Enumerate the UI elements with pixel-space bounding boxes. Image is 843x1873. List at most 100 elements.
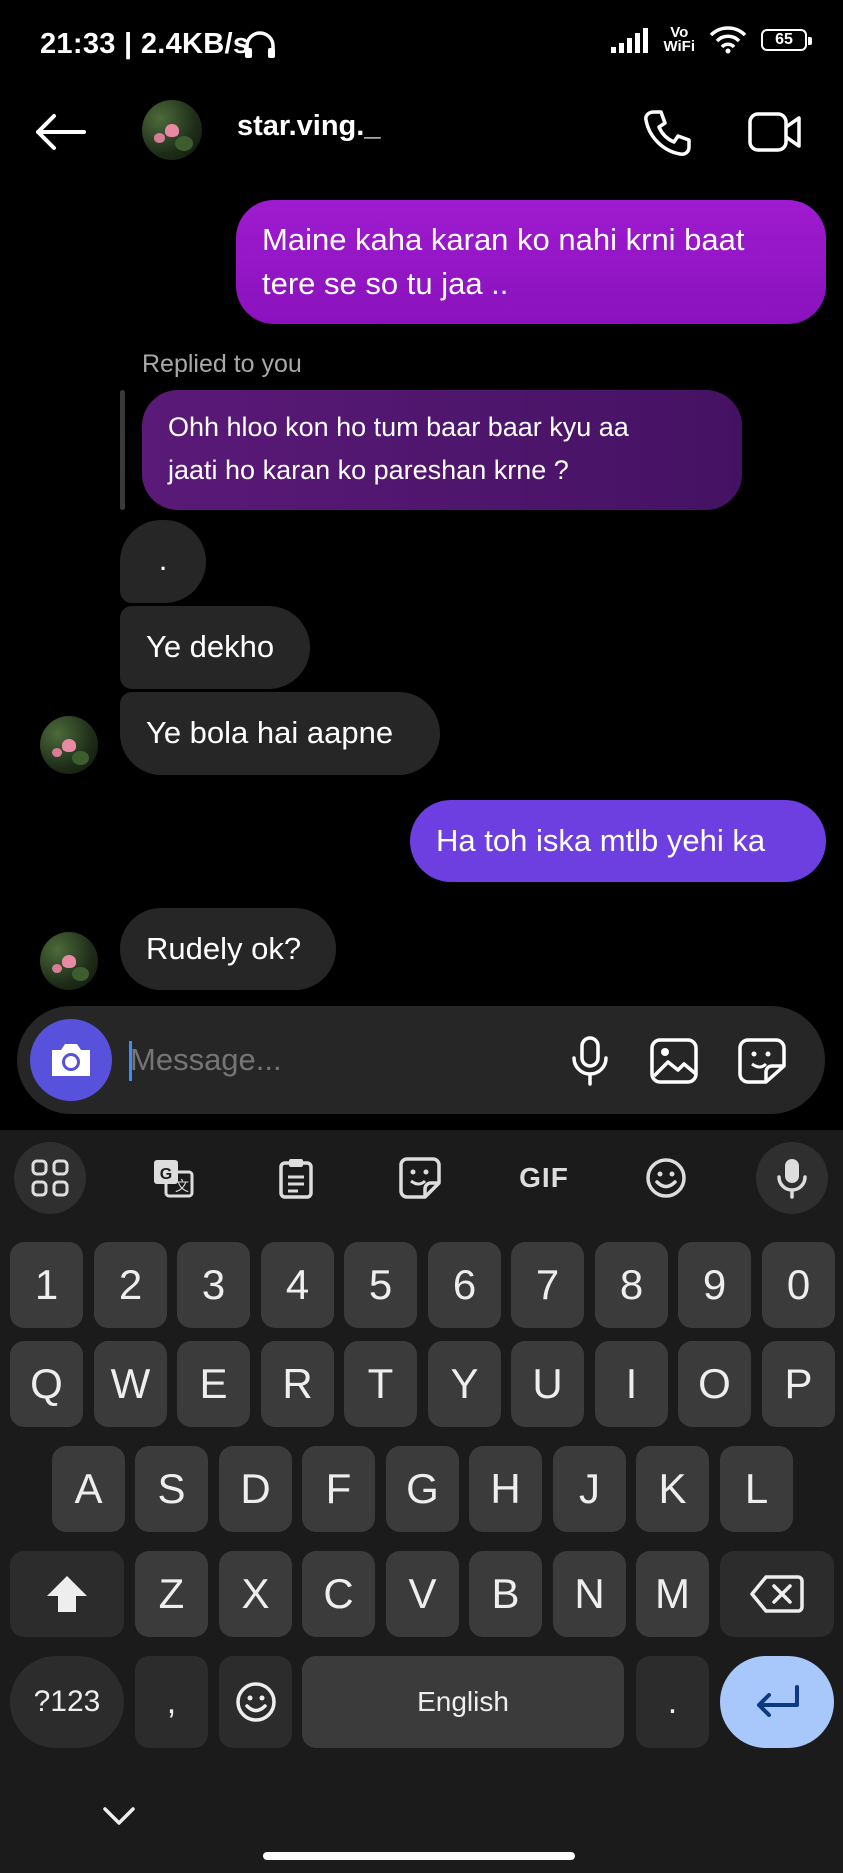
keyboard-menu-button[interactable]: [14, 1142, 86, 1214]
key[interactable]: 2: [94, 1242, 167, 1328]
key[interactable]: K: [636, 1446, 709, 1532]
message-text: .: [158, 542, 168, 577]
emoji-key[interactable]: [219, 1656, 292, 1748]
key[interactable]: 4: [261, 1242, 334, 1328]
message-text: Rudely ok?: [146, 931, 302, 966]
translate-button[interactable]: G 文: [148, 1156, 198, 1200]
emoji-toolbar-button[interactable]: [644, 1156, 688, 1200]
hide-keyboard-chevron-icon[interactable]: [102, 1806, 136, 1828]
key[interactable]: G: [386, 1446, 459, 1532]
key[interactable]: H: [469, 1446, 542, 1532]
key[interactable]: Y: [428, 1341, 501, 1427]
quoted-message[interactable]: Ohh hloo kon ho tum baar baar kyu aa jaa…: [142, 390, 742, 510]
status-bar-time: 21:33 | 2.4KB/s: [40, 28, 249, 61]
quote-line: jaati ho karan ko pareshan krne ?: [168, 455, 569, 485]
phone-call-icon[interactable]: [642, 108, 692, 158]
key[interactable]: Q: [10, 1341, 83, 1427]
emoji-icon: [646, 1158, 686, 1198]
key[interactable]: 8: [595, 1242, 668, 1328]
headphones-icon: [245, 31, 275, 58]
key[interactable]: 5: [344, 1242, 417, 1328]
battery-icon: 65: [761, 29, 812, 51]
key[interactable]: 0: [762, 1242, 835, 1328]
key[interactable]: I: [595, 1341, 668, 1427]
space-key[interactable]: English: [302, 1656, 624, 1748]
outgoing-message[interactable]: Maine kaha karan ko nahi krni baat tere …: [236, 200, 826, 324]
key[interactable]: M: [636, 1551, 709, 1637]
backspace-icon: [750, 1575, 804, 1613]
enter-arrow-icon: [757, 1685, 799, 1717]
key[interactable]: S: [135, 1446, 208, 1532]
key[interactable]: 1: [10, 1242, 83, 1328]
network-speed: 2.4KB/s: [140, 28, 250, 60]
camera-button[interactable]: [30, 1019, 112, 1101]
key[interactable]: B: [469, 1551, 542, 1637]
sticker-icon[interactable]: [738, 1038, 786, 1084]
clipboard-button[interactable]: [274, 1156, 318, 1200]
key[interactable]: X: [219, 1551, 292, 1637]
replied-to-label: Replied to you: [142, 350, 302, 378]
battery-level: 65: [775, 31, 793, 48]
video-call-icon[interactable]: [748, 110, 802, 154]
outgoing-message[interactable]: Ha toh iska mtlb yehi ka: [410, 800, 826, 882]
chat-username[interactable]: star.ving._: [237, 110, 380, 143]
quote-line: Ohh hloo kon ho tum baar baar kyu aa: [168, 412, 629, 442]
header-avatar[interactable]: [142, 100, 202, 160]
key[interactable]: 3: [177, 1242, 250, 1328]
key[interactable]: A: [52, 1446, 125, 1532]
comma-key[interactable]: ,: [135, 1656, 208, 1748]
key[interactable]: U: [511, 1341, 584, 1427]
reply-indicator-bar: [120, 390, 125, 510]
status-icons: Vo WiFi 65: [611, 25, 812, 54]
key[interactable]: T: [344, 1341, 417, 1427]
backspace-key[interactable]: [720, 1551, 834, 1637]
status-separator: |: [124, 28, 133, 60]
sender-avatar[interactable]: [40, 932, 98, 990]
sender-avatar[interactable]: [40, 716, 98, 774]
gallery-icon[interactable]: [650, 1038, 698, 1084]
back-arrow-icon[interactable]: [34, 112, 86, 152]
key[interactable]: E: [177, 1341, 250, 1427]
enter-key[interactable]: [720, 1656, 834, 1748]
clock: 21:33: [40, 28, 116, 60]
key[interactable]: R: [261, 1341, 334, 1427]
gif-button[interactable]: GIF: [514, 1160, 574, 1196]
key[interactable]: L: [720, 1446, 793, 1532]
key[interactable]: Z: [135, 1551, 208, 1637]
sticker-face-icon: [399, 1157, 441, 1199]
key[interactable]: O: [678, 1341, 751, 1427]
message-text: Ye bola hai aapne: [146, 715, 394, 750]
key[interactable]: C: [302, 1551, 375, 1637]
svg-text:文: 文: [175, 1178, 189, 1194]
key[interactable]: J: [553, 1446, 626, 1532]
voice-input-button[interactable]: [756, 1142, 828, 1214]
key[interactable]: 7: [511, 1242, 584, 1328]
incoming-message[interactable]: Rudely ok?: [120, 908, 336, 990]
incoming-message[interactable]: .: [120, 520, 206, 603]
symbols-key[interactable]: ?123: [10, 1656, 124, 1748]
message-input[interactable]: [130, 1040, 530, 1080]
incoming-message[interactable]: Ye dekho: [120, 606, 310, 689]
shift-icon: [47, 1576, 87, 1612]
shift-key[interactable]: [10, 1551, 124, 1637]
message-line: tere se so tu jaa ..: [262, 266, 509, 301]
key[interactable]: D: [219, 1446, 292, 1532]
grid-icon: [31, 1159, 69, 1197]
incoming-message[interactable]: Ye bola hai aapne: [120, 692, 440, 775]
microphone-icon[interactable]: [570, 1036, 610, 1086]
key[interactable]: W: [94, 1341, 167, 1427]
clipboard-icon: [279, 1159, 313, 1199]
period-key[interactable]: .: [636, 1656, 709, 1748]
key[interactable]: P: [762, 1341, 835, 1427]
home-indicator[interactable]: [263, 1852, 575, 1860]
mic-icon: [777, 1159, 807, 1199]
key[interactable]: 9: [678, 1242, 751, 1328]
key[interactable]: V: [386, 1551, 459, 1637]
camera-icon: [52, 1044, 90, 1076]
message-text: Ha toh iska mtlb yehi ka: [436, 823, 766, 858]
key[interactable]: 6: [428, 1242, 501, 1328]
svg-text:G: G: [160, 1166, 172, 1183]
key[interactable]: F: [302, 1446, 375, 1532]
keyboard-sticker-button[interactable]: [398, 1156, 442, 1200]
key[interactable]: N: [553, 1551, 626, 1637]
